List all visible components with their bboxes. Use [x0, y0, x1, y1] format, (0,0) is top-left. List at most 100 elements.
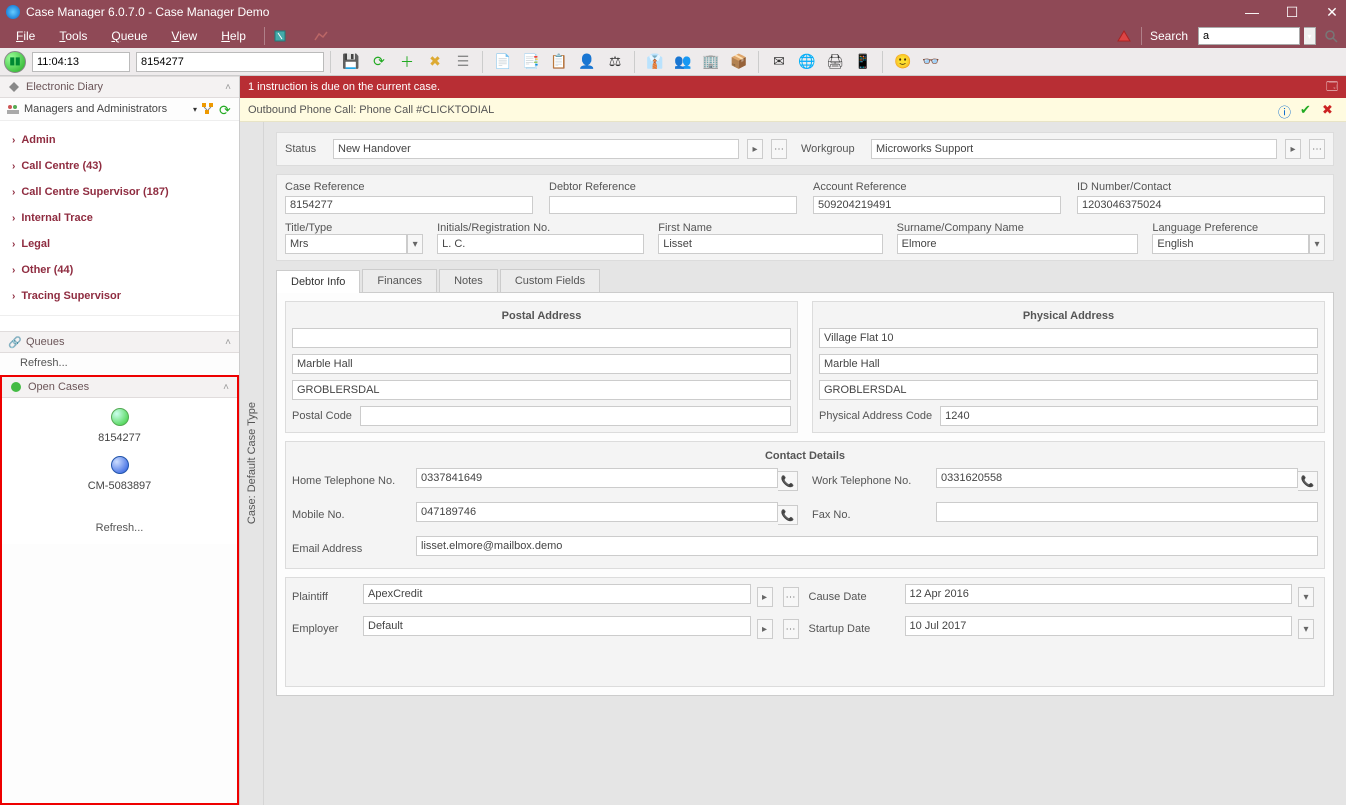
people1-icon[interactable]: 👔 [644, 51, 666, 73]
list-icon[interactable]: ☰ [452, 51, 474, 73]
filter-dropdown[interactable]: ▾ [193, 105, 197, 114]
case-id-field[interactable] [136, 52, 324, 72]
phone-icon-3[interactable]: 📞 [778, 505, 798, 525]
plaintiff-ellipsis-button[interactable]: ⋯ [783, 587, 799, 607]
save-icon[interactable]: 💾 [340, 51, 362, 73]
phone2-icon[interactable]: 📱 [852, 51, 874, 73]
physical-line2[interactable]: Marble Hall [819, 354, 1318, 374]
queues-refresh[interactable]: Refresh... [0, 353, 239, 375]
building-icon[interactable]: 🏢 [700, 51, 722, 73]
web-icon[interactable]: 🌐 [796, 51, 818, 73]
nav-legal[interactable]: ›Legal [0, 231, 239, 257]
lang-field[interactable]: English [1152, 234, 1309, 254]
workgroup-more-button[interactable]: ▸ [1285, 139, 1301, 159]
phone-icon-2[interactable]: 📞 [1298, 471, 1318, 491]
nav-call-centre-sup[interactable]: ›Call Centre Supervisor (187) [0, 179, 239, 205]
print-icon[interactable]: 🖨 [824, 51, 846, 73]
home-phone-field[interactable]: 0337841649 [416, 468, 778, 488]
play-pause-button[interactable]: ▮▮ [4, 51, 26, 73]
postal-line3[interactable]: GROBLERSDAL [292, 380, 791, 400]
surname-field[interactable]: Elmore [897, 234, 1139, 254]
status-field[interactable]: New Handover [333, 139, 739, 159]
status-more-button[interactable]: ▸ [747, 139, 763, 159]
workgroup-ellipsis-button[interactable]: ⋯ [1309, 139, 1325, 159]
startup-field[interactable]: 10 Jul 2017 [905, 616, 1293, 636]
nav-call-centre[interactable]: ›Call Centre (43) [0, 153, 239, 179]
menu-tools[interactable]: Tools [49, 27, 97, 45]
physical-code-field[interactable]: 1240 [940, 406, 1318, 426]
open-cases-refresh[interactable]: Refresh... [96, 522, 144, 534]
minimize-button[interactable]: ― [1244, 4, 1260, 21]
search-go-icon[interactable] [1322, 27, 1340, 45]
menu-icon-1[interactable] [273, 30, 289, 42]
status-ellipsis-button[interactable]: ⋯ [771, 139, 787, 159]
glasses-icon[interactable]: 👓 [920, 51, 942, 73]
menu-view[interactable]: View [161, 27, 207, 45]
case-status-green-icon[interactable] [111, 408, 129, 426]
title-field[interactable]: Mrs [285, 234, 407, 254]
postal-line1[interactable] [292, 328, 791, 348]
menu-queue[interactable]: Queue [101, 27, 157, 45]
search-input[interactable] [1198, 27, 1300, 45]
fax-field[interactable] [936, 502, 1318, 522]
reject-icon[interactable]: ✖ [1322, 102, 1338, 118]
accept-icon[interactable]: ✔ [1300, 102, 1316, 118]
close-button[interactable]: ✕ [1324, 4, 1340, 21]
email-field[interactable]: lisset.elmore@mailbox.demo [416, 536, 1318, 556]
plaintiff-more-button[interactable]: ▸ [757, 587, 773, 607]
open-case-1[interactable]: 8154277 [98, 432, 141, 444]
plaintiff-field[interactable]: ApexCredit [363, 584, 751, 604]
mobile-field[interactable]: 047189746 [416, 502, 778, 522]
initials-field[interactable]: L. C. [437, 234, 644, 254]
queues-header[interactable]: 🔗 Queues ˄ [0, 331, 239, 353]
nav-admin[interactable]: ›Admin [0, 127, 239, 153]
work-phone-field[interactable]: 0331620558 [936, 468, 1298, 488]
info-icon[interactable]: ⓘ [1278, 102, 1294, 118]
delete-icon[interactable]: ✖ [424, 51, 446, 73]
menu-help[interactable]: Help [211, 27, 256, 45]
physical-line1[interactable]: Village Flat 10 [819, 328, 1318, 348]
open-cases-header[interactable]: Open Cases ˄ [2, 377, 237, 398]
physical-line3[interactable]: GROBLERSDAL [819, 380, 1318, 400]
lang-dropdown[interactable]: ▾ [1309, 234, 1325, 254]
postal-code-field[interactable] [360, 406, 791, 426]
postal-line2[interactable]: Marble Hall [292, 354, 791, 374]
idnum-field[interactable]: 1203046375024 [1077, 196, 1325, 214]
doc2-icon[interactable]: 📑 [520, 51, 542, 73]
user-icon[interactable]: 🙂 [892, 51, 914, 73]
ediary-header[interactable]: Electronic Diary ˄ [0, 76, 239, 98]
gavel-icon[interactable]: ⚖ [604, 51, 626, 73]
title-dropdown[interactable]: ▾ [407, 234, 423, 254]
tab-debtor-info[interactable]: Debtor Info [276, 270, 360, 293]
refresh-small-icon[interactable]: ⟳ [219, 102, 233, 116]
acctref-field[interactable]: 509204219491 [813, 196, 1061, 214]
calendar-icon[interactable]: 📋 [548, 51, 570, 73]
doc1-icon[interactable]: 📄 [492, 51, 514, 73]
nav-other[interactable]: ›Other (44) [0, 257, 239, 283]
person-icon[interactable]: 👤 [576, 51, 598, 73]
menu-icon-2[interactable] [313, 30, 329, 42]
phone-icon[interactable]: 📞 [778, 471, 798, 491]
tab-finances[interactable]: Finances [362, 269, 437, 292]
tree-icon[interactable] [201, 102, 215, 116]
startup-dropdown[interactable]: ▾ [1298, 619, 1314, 639]
mail-icon[interactable]: ✉ [768, 51, 790, 73]
tab-custom-fields[interactable]: Custom Fields [500, 269, 600, 292]
maximize-button[interactable]: ☐ [1284, 4, 1300, 21]
time-field[interactable] [32, 52, 130, 72]
vertical-tab[interactable]: Case: Default Case Type [240, 122, 264, 805]
employer-more-button[interactable]: ▸ [757, 619, 773, 639]
nav-tracing-sup[interactable]: ›Tracing Supervisor [0, 283, 239, 309]
employer-field[interactable]: Default [363, 616, 751, 636]
people2-icon[interactable]: 👥 [672, 51, 694, 73]
tab-notes[interactable]: Notes [439, 269, 498, 292]
add-icon[interactable]: ＋ [396, 51, 418, 73]
employer-ellipsis-button[interactable]: ⋯ [783, 619, 799, 639]
alert-action-icon[interactable]: 🗔 [1326, 78, 1338, 97]
open-case-2[interactable]: CM-5083897 [88, 480, 152, 492]
workgroup-field[interactable]: Microworks Support [871, 139, 1277, 159]
firstname-field[interactable]: Lisset [658, 234, 882, 254]
box-icon[interactable]: 📦 [728, 51, 750, 73]
causedate-field[interactable]: 12 Apr 2016 [905, 584, 1293, 604]
caseref-field[interactable]: 8154277 [285, 196, 533, 214]
